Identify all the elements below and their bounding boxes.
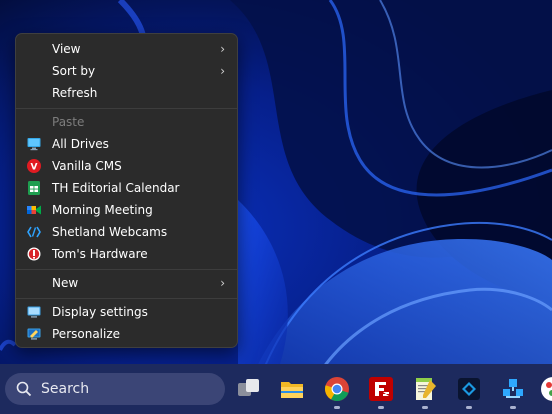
network-app-icon[interactable]	[500, 376, 526, 402]
menu-item-label: Tom's Hardware	[52, 247, 148, 261]
menu-item-label: All Drives	[52, 137, 109, 151]
photo-editor-icon[interactable]	[456, 376, 482, 402]
menu-item-view[interactable]: View ›	[20, 38, 233, 60]
menu-item-new[interactable]: New ›	[20, 272, 233, 294]
menu-separator	[16, 269, 237, 270]
search-icon	[16, 381, 32, 397]
running-indicator	[378, 406, 384, 409]
chrome-icon[interactable]	[324, 376, 350, 402]
menu-item-label: Paste	[52, 115, 85, 129]
menu-item-label: Sort by	[52, 64, 96, 78]
menu-item-personalize[interactable]: Personalize	[20, 323, 233, 345]
notepad-plus-plus-icon[interactable]	[412, 376, 438, 402]
menu-item-th-editorial-calendar[interactable]: TH Editorial Calendar	[20, 177, 233, 199]
menu-item-toms-hardware[interactable]: Tom's Hardware	[20, 243, 233, 265]
menu-item-label: Personalize	[52, 327, 121, 341]
google-meet-icon	[27, 205, 41, 215]
menu-item-label: Shetland Webcams	[52, 225, 168, 239]
menu-item-all-drives[interactable]: All Drives	[20, 133, 233, 155]
menu-item-label: Refresh	[52, 86, 98, 100]
menu-item-paste: Paste	[20, 111, 233, 133]
toms-hardware-icon	[27, 247, 41, 261]
menu-item-refresh[interactable]: Refresh	[20, 82, 233, 104]
menu-item-shetland-webcams[interactable]: Shetland Webcams	[20, 221, 233, 243]
task-view-icon[interactable]	[236, 376, 262, 402]
file-explorer-icon[interactable]	[279, 376, 305, 402]
running-indicator	[510, 406, 516, 409]
taskbar: Search	[0, 364, 552, 414]
search-label: Search	[41, 381, 90, 397]
vanilla-letter: V	[31, 163, 38, 173]
menu-item-label: Vanilla CMS	[52, 159, 122, 173]
edge-link-icon	[27, 226, 41, 238]
menu-separator	[16, 108, 237, 109]
desktop-context-menu: View › Sort by › Refresh Paste All Drive…	[15, 33, 238, 348]
menu-item-label: Display settings	[52, 305, 148, 319]
menu-item-vanilla-cms[interactable]: V Vanilla CMS	[20, 155, 233, 177]
vanilla-v-icon: V	[27, 159, 41, 173]
taskbar-search-box[interactable]: Search	[5, 373, 225, 405]
menu-item-label: Morning Meeting	[52, 203, 153, 217]
menu-item-display-settings[interactable]: Display settings	[20, 301, 233, 323]
color-app-icon[interactable]	[540, 376, 552, 402]
menu-item-sort-by[interactable]: Sort by ›	[20, 60, 233, 82]
running-indicator	[422, 406, 428, 409]
running-indicator	[466, 406, 472, 409]
menu-item-label: TH Editorial Calendar	[52, 181, 180, 195]
filezilla-icon[interactable]	[368, 376, 394, 402]
menu-item-label: View	[52, 42, 81, 56]
chevron-right-icon: ›	[220, 42, 225, 56]
menu-item-morning-meeting[interactable]: Morning Meeting	[20, 199, 233, 221]
monitor-icon	[27, 138, 41, 151]
running-indicator	[334, 406, 340, 409]
menu-separator	[16, 298, 237, 299]
chevron-right-icon: ›	[220, 64, 225, 78]
personalize-icon	[27, 328, 41, 340]
chevron-right-icon: ›	[220, 276, 225, 290]
google-sheets-icon	[28, 181, 40, 195]
display-settings-icon	[27, 306, 41, 318]
menu-item-label: New	[52, 276, 79, 290]
